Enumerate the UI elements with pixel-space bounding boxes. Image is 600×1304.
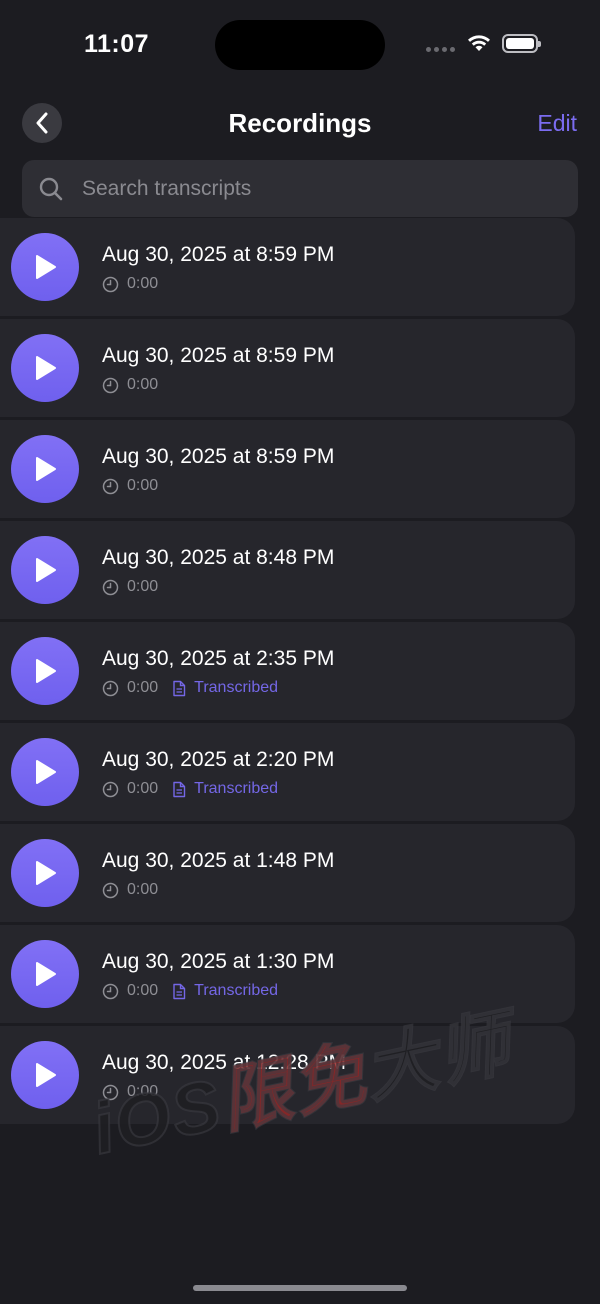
recording-title: Aug 30, 2025 at 2:35 PM [102,647,335,670]
recording-row[interactable]: Aug 30, 2025 at 8:59 PM 0:00 [0,420,575,518]
clock-icon [102,680,119,697]
document-icon [172,781,186,798]
recording-duration: 0:00 [127,477,159,494]
recording-meta: 0:00 Transcribed [102,982,278,1000]
recording-title: Aug 30, 2025 at 8:59 PM [102,344,335,367]
play-icon [36,760,56,784]
recording-title: Aug 30, 2025 at 8:48 PM [102,546,335,569]
search-input[interactable] [80,175,524,202]
recording-title: Aug 30, 2025 at 2:20 PM [102,748,335,771]
search-icon [38,176,64,202]
edit-button[interactable]: Edit [537,110,577,137]
recording-title: Aug 30, 2025 at 8:59 PM [102,243,335,266]
recording-row[interactable]: Aug 30, 2025 at 8:59 PM 0:00 [0,218,575,316]
play-button[interactable] [11,839,79,907]
play-button[interactable] [11,1041,79,1109]
play-button[interactable] [11,940,79,1008]
recording-meta: 0:00 [102,275,158,293]
home-indicator[interactable] [193,1285,407,1291]
page-title: Recordings [228,108,372,138]
play-button[interactable] [11,233,79,301]
play-button[interactable] [11,435,79,503]
document-icon [172,680,186,697]
clock-icon [102,478,119,495]
recording-meta: 0:00 [102,578,158,596]
transcribed-badge: Transcribed [194,780,279,797]
recording-duration: 0:00 [127,881,159,898]
recording-row[interactable]: Aug 30, 2025 at 2:20 PM 0:00 Transcribed [0,723,575,821]
recording-duration: 0:00 [127,578,159,595]
play-icon [36,861,56,885]
recording-duration: 0:00 [127,1083,159,1100]
clock-icon [102,579,119,596]
recording-duration: 0:00 [127,982,159,999]
clock-icon [102,1084,119,1101]
play-icon [36,659,56,683]
recordings-list: Aug 30, 2025 at 8:59 PM 0:00 Aug 30, 202 [0,218,575,1127]
recording-meta: 0:00 [102,881,158,899]
recording-row[interactable]: Aug 30, 2025 at 8:48 PM 0:00 [0,521,575,619]
recording-meta: 0:00 [102,477,158,495]
clock-icon [102,983,119,1000]
recording-row[interactable]: Aug 30, 2025 at 12:28 PM 0:00 [0,1026,575,1124]
document-icon [172,983,186,1000]
play-icon [36,558,56,582]
status-time: 11:07 [84,30,150,58]
clock-icon [102,276,119,293]
recording-duration: 0:00 [127,275,159,292]
recording-title: Aug 30, 2025 at 8:59 PM [102,445,335,468]
play-icon [36,962,56,986]
play-icon [36,356,56,380]
recording-meta: 0:00 [102,1083,158,1101]
play-button[interactable] [11,334,79,402]
play-icon [36,1063,56,1087]
recording-title: Aug 30, 2025 at 1:30 PM [102,950,335,973]
play-button[interactable] [11,738,79,806]
recording-row[interactable]: Aug 30, 2025 at 2:35 PM 0:00 Transcribed [0,622,575,720]
clock-icon [102,781,119,798]
recording-row[interactable]: Aug 30, 2025 at 1:48 PM 0:00 [0,824,575,922]
recording-row[interactable]: Aug 30, 2025 at 1:30 PM 0:00 Transcribed [0,925,575,1023]
transcribed-badge: Transcribed [194,679,279,696]
dynamic-island [215,20,385,70]
recording-meta: 0:00 Transcribed [102,679,278,697]
transcribed-badge: Transcribed [194,982,279,999]
recording-duration: 0:00 [127,376,159,393]
search-bar[interactable] [22,160,578,217]
status-bar: 11:07 [0,0,600,90]
battery-icon [502,34,541,53]
recording-row[interactable]: Aug 30, 2025 at 8:59 PM 0:00 [0,319,575,417]
play-button[interactable] [11,536,79,604]
recording-title: Aug 30, 2025 at 12:28 PM [102,1051,347,1074]
cellular-signal-icon [426,47,455,52]
recording-meta: 0:00 Transcribed [102,780,278,798]
recording-duration: 0:00 [127,780,159,797]
recording-meta: 0:00 [102,376,158,394]
play-icon [36,255,56,279]
clock-icon [102,882,119,899]
play-icon [36,457,56,481]
recording-duration: 0:00 [127,679,159,696]
play-button[interactable] [11,637,79,705]
clock-icon [102,377,119,394]
recording-title: Aug 30, 2025 at 1:48 PM [102,849,335,872]
wifi-icon [465,32,493,59]
